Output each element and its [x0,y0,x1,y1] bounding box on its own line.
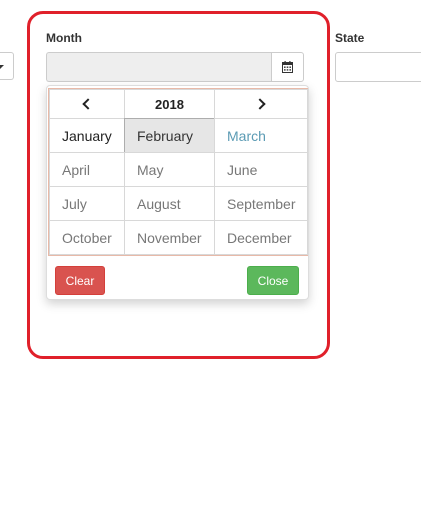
month-input[interactable] [46,52,271,82]
month-cell-july[interactable]: July [49,186,125,221]
month-picker-grid: 2018 January February March April May June Jul… [48,88,308,256]
prev-year-button[interactable] [49,89,125,119]
month-picker-popup: 2018 January February March April May June Jul… [46,85,309,300]
month-cell-april[interactable]: April [49,152,125,187]
next-year-button[interactable] [214,89,308,119]
month-label: Month [46,31,82,45]
month-cell-september[interactable]: September [214,186,308,221]
month-cell-november[interactable]: November [124,220,215,255]
close-button[interactable]: Close [247,266,299,295]
clear-button[interactable]: Clear [55,266,105,295]
month-cell-may[interactable]: May [124,152,215,187]
month-cell-march[interactable]: March [214,118,308,153]
caret-down-icon [0,65,4,69]
chevron-left-icon [82,98,94,110]
month-cell-december[interactable]: December [214,220,308,255]
chevron-right-icon [254,98,266,110]
month-cell-february[interactable]: February [124,118,215,153]
month-input-group [46,52,304,82]
month-cell-january[interactable]: January [49,118,125,153]
month-cell-june[interactable]: June [214,152,308,187]
month-cell-august[interactable]: August [124,186,215,221]
state-label: State [335,31,365,45]
year-switch[interactable]: 2018 [124,89,215,119]
calendar-button[interactable] [271,52,304,82]
month-cell-october[interactable]: October [49,220,125,255]
calendar-icon [282,61,293,73]
state-input[interactable] [335,52,421,82]
previous-field-select[interactable] [0,52,14,80]
